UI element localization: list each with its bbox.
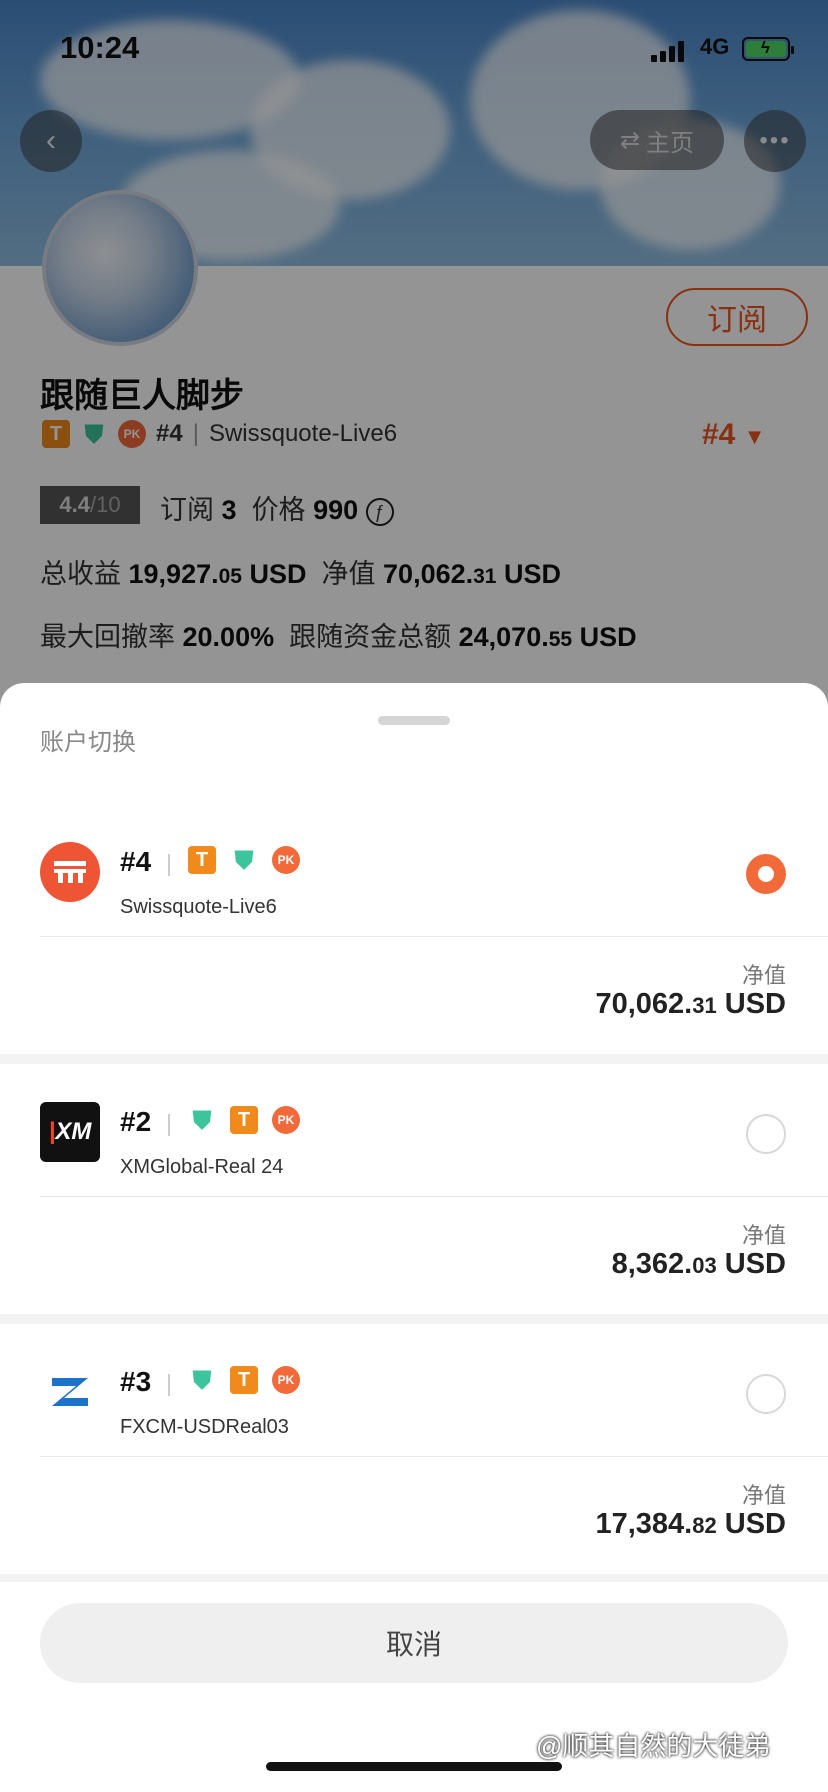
sheet-grab-handle[interactable] bbox=[378, 716, 450, 725]
account-rank: #3 bbox=[120, 1366, 152, 1397]
account-item[interactable]: |XM #2 ⛊ T PK XMGlobal-Real 24 净值 8,362.… bbox=[0, 1080, 828, 1330]
account-server: Swissquote-Live6 bbox=[120, 896, 277, 918]
nv-currency: USD bbox=[724, 988, 786, 1020]
nv-dec: 31 bbox=[692, 993, 717, 1018]
fxcm-logo bbox=[40, 1362, 100, 1422]
separator bbox=[168, 1114, 170, 1136]
watermark: @顺其自然的大徒弟 bbox=[536, 1731, 771, 1761]
divider bbox=[40, 936, 828, 937]
nv-int: 17,384. bbox=[595, 1508, 693, 1540]
shield-check-icon: ⛊ bbox=[192, 1105, 212, 1135]
separator bbox=[168, 854, 170, 876]
nv-currency: USD bbox=[724, 1508, 786, 1540]
section-gap bbox=[0, 1314, 828, 1324]
shield-check-icon: ⛊ bbox=[192, 1365, 212, 1395]
nv-dec: 03 bbox=[692, 1253, 717, 1278]
account-server: XMGlobal-Real 24 bbox=[120, 1156, 284, 1178]
account-radio[interactable] bbox=[746, 1114, 786, 1154]
account-server: FXCM-USDReal03 bbox=[120, 1416, 289, 1438]
section-gap bbox=[0, 1574, 828, 1582]
shield-check-icon: ⛊ bbox=[234, 845, 254, 875]
net-value-label: 净值 bbox=[741, 963, 786, 988]
account-net-value: 70,062.31 USD bbox=[595, 988, 786, 1021]
home-indicator[interactable] bbox=[266, 1762, 562, 1771]
account-badges: T ⛊ PK bbox=[188, 846, 300, 874]
account-rank: #2 bbox=[120, 1106, 152, 1137]
separator bbox=[168, 1374, 170, 1396]
account-radio[interactable] bbox=[746, 1374, 786, 1414]
account-item[interactable]: #3 ⛊ T PK FXCM-USDReal03 净值 17,384.82 US… bbox=[0, 1340, 828, 1590]
net-value-label: 净值 bbox=[741, 1483, 786, 1508]
t-badge-icon: T bbox=[230, 1366, 258, 1394]
net-value-label: 净值 bbox=[741, 1223, 786, 1248]
account-rank: #4 bbox=[120, 846, 152, 877]
divider bbox=[40, 1196, 828, 1197]
nv-dec: 82 bbox=[692, 1513, 717, 1538]
divider bbox=[40, 1456, 828, 1457]
t-badge-icon: T bbox=[188, 846, 216, 874]
pk-badge-icon: PK bbox=[272, 846, 300, 874]
swissquote-logo bbox=[40, 842, 100, 902]
account-net-value: 8,362.03 USD bbox=[612, 1248, 786, 1281]
xm-logo: |XM bbox=[40, 1102, 100, 1162]
account-badges: ⛊ T PK bbox=[188, 1366, 300, 1394]
nv-int: 8,362. bbox=[611, 1248, 693, 1280]
nv-int: 70,062. bbox=[595, 988, 693, 1020]
account-item[interactable]: #4 T ⛊ PK Swissquote-Live6 净值 70,062.31 … bbox=[0, 820, 828, 1070]
account-radio-selected[interactable] bbox=[746, 854, 786, 894]
sheet-title: 账户切换 bbox=[40, 729, 136, 756]
cancel-button[interactable]: 取消 bbox=[40, 1603, 788, 1683]
account-badges: ⛊ T PK bbox=[188, 1106, 300, 1134]
t-badge-icon: T bbox=[230, 1106, 258, 1134]
nv-currency: USD bbox=[724, 1248, 786, 1280]
section-gap bbox=[0, 1054, 828, 1064]
pk-badge-icon: PK bbox=[272, 1106, 300, 1134]
account-net-value: 17,384.82 USD bbox=[595, 1508, 786, 1541]
pk-badge-icon: PK bbox=[272, 1366, 300, 1394]
